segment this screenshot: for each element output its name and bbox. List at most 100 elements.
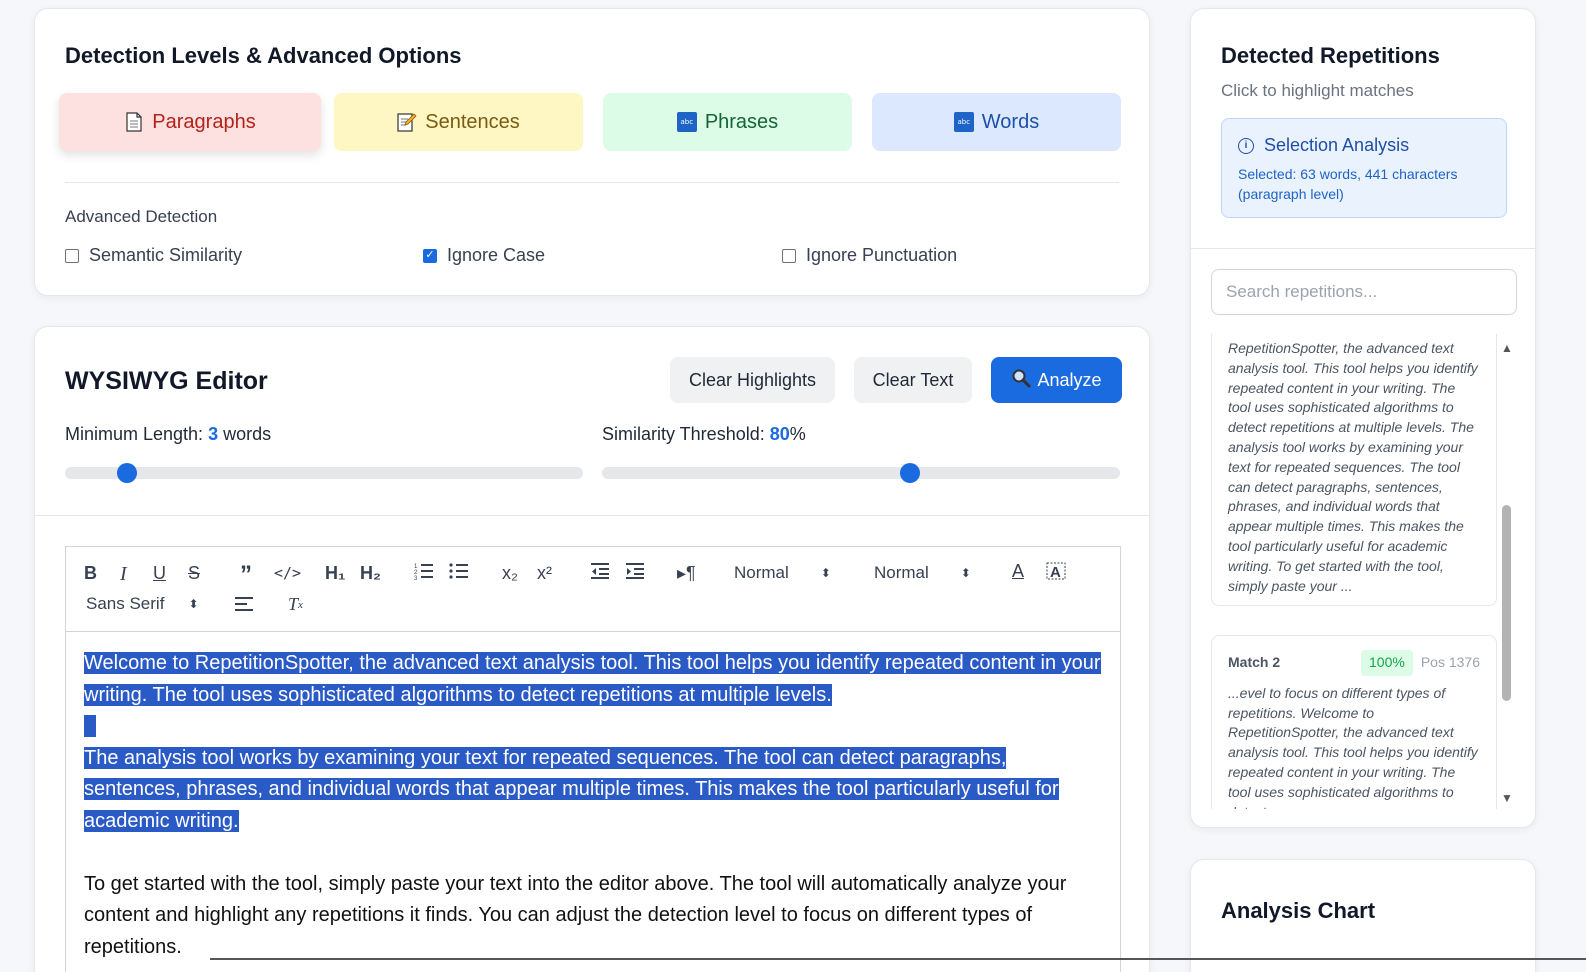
- slider-thumb[interactable]: [117, 463, 138, 483]
- match-position: Pos 1376: [1420, 654, 1480, 670]
- superscript-icon[interactable]: x²: [537, 563, 552, 584]
- indent-icon[interactable]: [625, 562, 645, 580]
- strike-icon[interactable]: S: [188, 563, 200, 584]
- level-words-button[interactable]: abc Words: [872, 93, 1121, 151]
- font-select-value: Sans Serif: [86, 594, 165, 613]
- divider: [65, 182, 1119, 183]
- ignore-punctuation-checkbox[interactable]: Ignore Punctuation: [782, 245, 957, 266]
- window-edge: [210, 958, 1586, 960]
- clear-highlights-button[interactable]: Clear Highlights: [670, 357, 835, 403]
- level-phrases-button[interactable]: abc Phrases: [603, 93, 852, 151]
- repetitions-panel: Detected Repetitions Click to highlight …: [1190, 8, 1536, 828]
- detection-title: Detection Levels & Advanced Options: [65, 43, 462, 68]
- match-item[interactable]: RepetitionSpotter, the advanced text ana…: [1211, 334, 1497, 606]
- highlighted-text: Welcome to RepetitionSpotter, the advanc…: [84, 652, 1101, 706]
- repetitions-title: Detected Repetitions: [1221, 43, 1440, 68]
- level-paragraphs-button[interactable]: Paragraphs: [59, 93, 321, 151]
- size-select-value: Normal: [874, 563, 929, 582]
- min-length-unit: words: [218, 424, 272, 444]
- editor-paragraph: The analysis tool works by examining you…: [84, 743, 1102, 838]
- abc-icon: abc: [953, 112, 974, 132]
- selection-analysis-box: i Selection Analysis Selected: 63 words,…: [1221, 118, 1507, 218]
- header-select[interactable]: Normal ⬍: [734, 563, 831, 583]
- checkbox-box[interactable]: [782, 248, 796, 263]
- updown-icon: ⬍: [820, 566, 831, 580]
- checkbox-label: Ignore Punctuation: [806, 245, 958, 265]
- selection-analysis-text: Selected: 63 words, 441 characters (para…: [1238, 166, 1458, 202]
- ordered-list-icon[interactable]: 123: [414, 562, 434, 580]
- level-label: Words: [981, 110, 1040, 133]
- highlighted-blank: [84, 715, 96, 737]
- selection-analysis-title: Selection Analysis: [1264, 135, 1410, 155]
- editor-paragraph: Welcome to RepetitionSpotter, the advanc…: [84, 648, 1102, 711]
- semantic-similarity-checkbox[interactable]: Semantic Similarity: [65, 245, 242, 266]
- editor-blank-line: [84, 711, 1102, 743]
- level-label: Paragraphs: [152, 110, 256, 133]
- similarity-unit: %: [789, 424, 806, 444]
- outdent-icon[interactable]: [590, 562, 610, 580]
- analyze-button[interactable]: Analyze: [991, 357, 1122, 403]
- slider-thumb[interactable]: [900, 463, 921, 483]
- analysis-chart-panel: Analysis Chart: [1190, 859, 1536, 972]
- italic-icon[interactable]: I: [120, 563, 127, 586]
- clear-text-button[interactable]: Clear Text: [854, 357, 972, 403]
- text-color-icon[interactable]: A: [1012, 561, 1024, 582]
- background-color-icon[interactable]: A: [1046, 561, 1066, 581]
- advanced-detection-heading: Advanced Detection: [65, 207, 218, 226]
- ignore-case-checkbox[interactable]: ✓ Ignore Case: [423, 245, 545, 266]
- info-icon: i: [1238, 137, 1254, 154]
- updown-icon: ⬍: [960, 566, 971, 580]
- size-select[interactable]: Normal ⬍: [874, 563, 971, 583]
- similarity-text: Similarity Threshold:: [602, 424, 770, 444]
- divider: [35, 515, 1149, 516]
- editor-blank-line: [84, 837, 1102, 869]
- match-name: Match 2: [1228, 654, 1281, 670]
- checkbox-box[interactable]: [65, 248, 79, 263]
- min-length-value: 3: [208, 424, 219, 444]
- min-length-text: Minimum Length:: [65, 424, 209, 444]
- text-direction-icon[interactable]: ▸¶: [677, 563, 696, 584]
- h1-icon[interactable]: H₁: [325, 563, 345, 584]
- editor-content[interactable]: Welcome to RepetitionSpotter, the advanc…: [65, 631, 1121, 972]
- editor-paragraph: To get started with the tool, simply pas…: [84, 872, 1067, 958]
- search-repetitions-input[interactable]: [1211, 269, 1517, 315]
- checkbox-box[interactable]: ✓: [423, 248, 437, 263]
- memo-icon: [397, 112, 417, 132]
- highlighted-text: The analysis tool works by examining you…: [84, 746, 1059, 832]
- page-icon: [124, 112, 144, 132]
- scrollbar-thumb[interactable]: [1502, 505, 1511, 701]
- font-select[interactable]: Sans Serif ⬍: [86, 594, 199, 614]
- repetitions-subtitle: Click to highlight matches: [1221, 81, 1414, 100]
- divider: [1191, 248, 1535, 249]
- editor-title: WYSIWYG Editor: [65, 367, 268, 395]
- subscript-icon[interactable]: x₂: [502, 563, 518, 584]
- min-length-label: Minimum Length: 3 words: [65, 424, 271, 445]
- min-length-slider[interactable]: [65, 463, 583, 483]
- checkbox-label: Semantic Similarity: [89, 245, 243, 265]
- match-text: RepetitionSpotter, the advanced text ana…: [1228, 340, 1478, 594]
- similarity-label: Similarity Threshold: 80%: [602, 424, 806, 445]
- bold-icon[interactable]: B: [84, 563, 97, 584]
- underline-icon[interactable]: U: [153, 563, 166, 584]
- similarity-slider[interactable]: [602, 463, 1120, 483]
- svg-text:3: 3: [414, 576, 418, 580]
- scroll-down-icon[interactable]: ▼: [1501, 791, 1513, 805]
- match-header: Match 2 100% Pos 1376: [1228, 650, 1480, 676]
- editor-toolbar: B I U S ” </> H₁ H₂ 123 x₂ x² ▸¶ Normal …: [65, 546, 1121, 631]
- match-text: ...evel to focus on different types of r…: [1228, 684, 1478, 809]
- align-icon[interactable]: [234, 596, 254, 612]
- bullet-list-icon[interactable]: [449, 562, 469, 580]
- level-label: Sentences: [425, 110, 520, 133]
- checkbox-label: Ignore Case: [447, 245, 546, 265]
- match-score-badge: 100%: [1361, 650, 1413, 676]
- repetitions-list: RepetitionSpotter, the advanced text ana…: [1211, 334, 1523, 809]
- analyze-label: Analyze: [1037, 369, 1102, 390]
- blockquote-icon[interactable]: ”: [240, 561, 252, 589]
- code-block-icon[interactable]: </>: [274, 564, 301, 582]
- match-item[interactable]: Match 2 100% Pos 1376 ...evel to focus o…: [1211, 635, 1497, 809]
- clear-format-icon[interactable]: Tx: [288, 594, 303, 615]
- scroll-up-icon[interactable]: ▲: [1501, 341, 1513, 355]
- svg-text:A: A: [1050, 564, 1061, 581]
- h2-icon[interactable]: H₂: [360, 563, 381, 584]
- level-sentences-button[interactable]: Sentences: [334, 93, 583, 151]
